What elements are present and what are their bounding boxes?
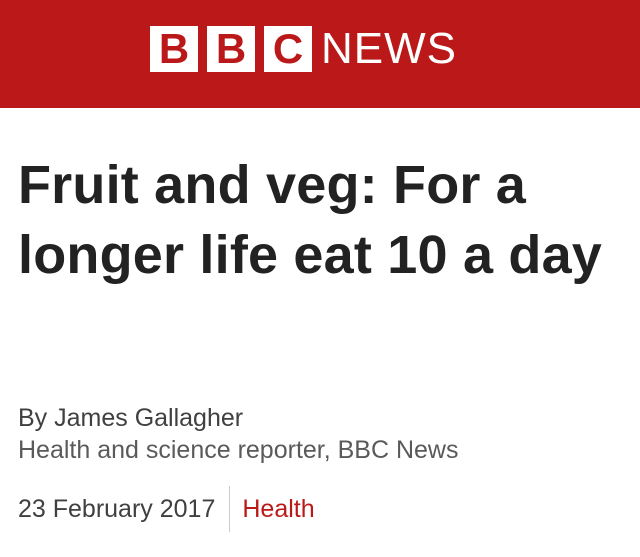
byline-author-role: Health and science reporter, BBC News — [18, 436, 459, 464]
logo-letter-c: C — [264, 26, 312, 72]
article-meta: 23 February 2017 Health — [18, 486, 315, 532]
masthead-banner: B B C NEWS — [0, 0, 640, 108]
logo-news-word: NEWS — [321, 24, 457, 73]
logo-letter-b1: B — [150, 26, 198, 72]
bbc-news-logo[interactable]: B B C NEWS — [150, 26, 457, 72]
article-headline: Fruit and veg: For a longer life eat 10 … — [18, 155, 603, 285]
publish-date: 23 February 2017 — [18, 494, 216, 523]
meta-divider — [229, 486, 231, 532]
byline-author-name: By James Gallagher — [18, 404, 244, 432]
byline: By James Gallagher Health and science re… — [18, 402, 459, 466]
section-link-health[interactable]: Health — [242, 495, 314, 524]
logo-letter-b2: B — [207, 26, 255, 72]
